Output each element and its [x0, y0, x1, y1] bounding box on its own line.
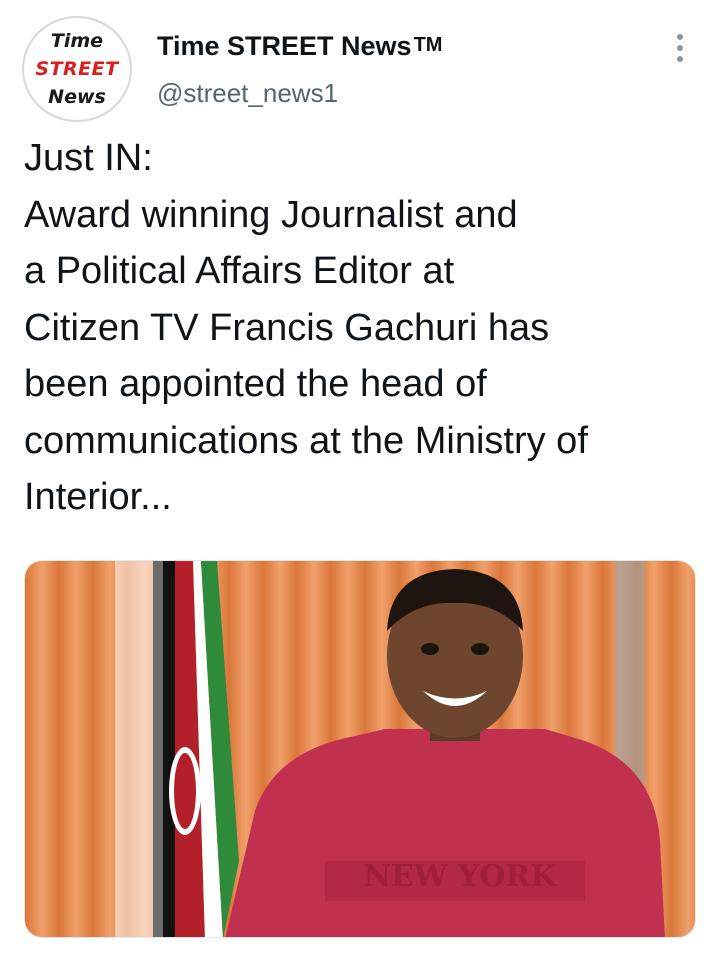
tweet-line: communications at the Ministry of	[24, 419, 588, 462]
tweet-text: Just IN: Award winning Journalist and a …	[24, 130, 714, 526]
more-vertical-icon-dot	[677, 56, 683, 62]
more-options-button[interactable]	[664, 28, 696, 68]
avatar-logo-line3: News	[48, 86, 106, 108]
photo-illustration: NEW YORK	[25, 561, 695, 937]
left-eye	[421, 643, 439, 655]
avatar-logo-line1: Time	[50, 30, 104, 52]
tweet-line: Just IN:	[24, 137, 153, 179]
avatar[interactable]: Time STREET News	[22, 16, 132, 122]
tweet-line: been appointed the head of	[24, 363, 487, 405]
display-name-text: Time STREET News	[157, 31, 412, 61]
trademark-mark: TM	[413, 34, 443, 56]
avatar-logo-line2: STREET	[35, 58, 119, 80]
tweet-line: Award winning Journalist and	[24, 193, 518, 236]
tweet-line: Interior...	[24, 476, 172, 518]
flag-pole	[153, 561, 163, 937]
curtain-highlight	[115, 561, 155, 937]
display-name[interactable]: Time STREET News TM	[157, 31, 442, 62]
right-eye	[471, 643, 489, 655]
tweet-photo[interactable]: NEW YORK	[24, 560, 696, 938]
tweet-line: Citizen TV Francis Gachuri has	[24, 306, 550, 349]
flag-black-stripe	[163, 561, 175, 937]
user-handle[interactable]: @street_news1	[157, 78, 338, 109]
more-vertical-icon-dot	[677, 45, 683, 51]
flag-shield-inner	[174, 753, 196, 829]
tweet-card: Time STREET News Time STREET News TM @str…	[0, 0, 720, 955]
tweet-line: a Political Affairs Editor at	[24, 250, 455, 292]
shirt-print: NEW YORK	[364, 859, 558, 894]
more-vertical-icon	[677, 34, 683, 40]
